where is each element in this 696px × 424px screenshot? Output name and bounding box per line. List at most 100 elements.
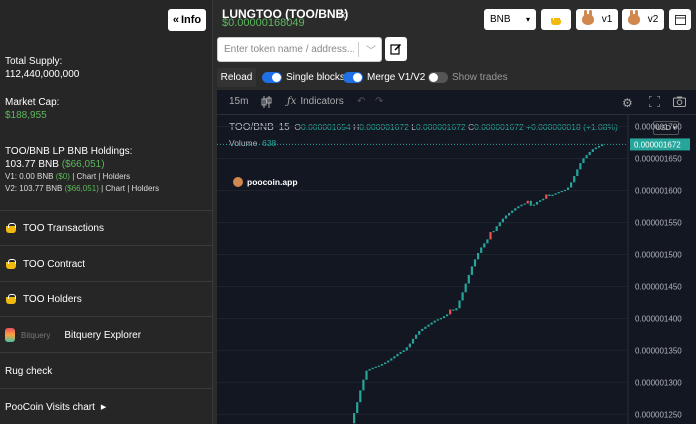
window-icon — [674, 14, 686, 25]
toggle-switch[interactable] — [343, 72, 363, 83]
caret-right-icon: ▶ — [100, 404, 107, 411]
indicators-button[interactable]: ƒx Indicators — [287, 96, 344, 107]
v1-amount: V1: 0.00 BNB — [5, 172, 54, 181]
info-button-label: Info — [180, 14, 202, 26]
candle — [455, 308, 458, 311]
candle — [384, 362, 387, 365]
chart-type-button[interactable] — [261, 96, 272, 108]
candle — [464, 283, 467, 293]
v1-sep: | — [72, 172, 75, 181]
bnb-logo-icon — [5, 293, 17, 305]
toggle-label: Show trades — [452, 72, 508, 83]
edit-token-button[interactable] — [385, 37, 407, 61]
v1-chart-link[interactable]: Chart — [77, 172, 97, 181]
sidebar-divider — [0, 316, 212, 317]
candle — [570, 182, 573, 188]
sidebar-link-label: Rug check — [5, 365, 53, 377]
star-favorite-icon[interactable]: ☆ — [336, 6, 348, 22]
candle — [557, 192, 560, 194]
candle — [458, 300, 461, 309]
screenshot-button[interactable] — [673, 96, 686, 107]
network-select[interactable]: BNB ▾ — [484, 9, 536, 30]
info-toggle-button[interactable]: « Info — [168, 9, 206, 31]
sidebar-link-contract[interactable]: TOO Contract — [5, 254, 85, 274]
chevron-down-icon: ▾ — [525, 15, 530, 24]
bitquery-logo-text: Bitquery — [21, 330, 51, 340]
candle — [402, 350, 405, 353]
candle — [365, 370, 368, 380]
candle — [576, 169, 579, 177]
single-blocks-toggle[interactable]: Single blocks — [262, 72, 345, 83]
pancakeswap-v1-button[interactable]: v1 — [576, 9, 618, 30]
candle — [461, 292, 464, 301]
candle — [591, 149, 594, 152]
token-price: $0.00000168049 — [222, 17, 305, 29]
candle — [582, 158, 585, 164]
sidebar-link-label: TOO Holders — [23, 293, 82, 305]
y-tick-label: 0.000001300 — [635, 378, 682, 387]
sidebar-divider — [0, 352, 212, 353]
indicators-label: Indicators — [300, 96, 344, 107]
candle — [529, 200, 532, 206]
v1-holders-link[interactable]: Holders — [103, 172, 131, 181]
sidebar-link-bitquery[interactable]: Bitquery Bitquery Explorer — [5, 325, 141, 345]
toggle-switch[interactable] — [262, 72, 282, 83]
candle — [452, 309, 455, 311]
candle — [449, 309, 452, 315]
gear-icon: ⚙ — [622, 96, 633, 110]
v2-holdings: V2: 103.77 BNB ($66,051) | Chart | Holde… — [5, 183, 159, 195]
undo-button[interactable]: ↶ — [357, 96, 365, 107]
v2-holders-link[interactable]: Holders — [132, 184, 160, 193]
token-search-input[interactable] — [224, 38, 354, 61]
reload-button[interactable]: Reload — [217, 68, 256, 87]
window-button[interactable] — [669, 9, 691, 30]
candle — [359, 390, 362, 403]
chart-plot: 0.000001700 0.000001650 0.000001600 0.00000… — [217, 115, 690, 424]
sidebar-link-holders[interactable]: TOO Holders — [5, 289, 82, 309]
lp-holdings: TOO/BNB LP BNB Holdings: 103.77 BNB ($66… — [5, 145, 159, 195]
sidebar-divider — [0, 388, 212, 389]
redo-button[interactable]: ↷ — [375, 96, 383, 107]
bnb-logo-icon — [5, 258, 17, 270]
chart-settings-button[interactable]: ⚙ — [622, 96, 633, 110]
candle — [377, 365, 380, 367]
v1-holdings: V1: 0.00 BNB ($0) | Chart | Holders — [5, 171, 159, 183]
chevron-down-icon[interactable]: ﹀ — [366, 42, 376, 57]
chart-toolbar: 15m ƒx Indicators ↶ ↷ ⚙ — [217, 90, 696, 115]
price-chart[interactable]: 15m ƒx Indicators ↶ ↷ ⚙ TOO/BNB 15 0.000… — [217, 90, 696, 424]
sidebar-link-rugcheck[interactable]: Rug check — [5, 361, 52, 381]
fullscreen-icon — [649, 96, 660, 107]
y-tick-label: 0.000001400 — [635, 314, 682, 323]
candle — [520, 204, 523, 207]
candle — [585, 155, 588, 159]
candle — [411, 338, 415, 344]
show-trades-toggle[interactable]: Show trades — [428, 72, 508, 83]
candle — [504, 215, 508, 219]
interval-button[interactable]: 15m — [229, 96, 248, 107]
toggle-label: Merge V1/V2 — [367, 72, 426, 83]
candle — [501, 218, 504, 223]
function-icon: ƒx — [287, 96, 297, 107]
last-price-label: 0.000001672 — [634, 140, 681, 149]
candle — [492, 230, 495, 233]
v2-chart-link[interactable]: Chart — [105, 184, 125, 193]
candle — [539, 200, 542, 202]
candle — [594, 147, 597, 150]
pancake-bunny-icon — [627, 10, 640, 25]
sidebar-link-transactions[interactable]: TOO Transactions — [5, 218, 104, 238]
v2-amount: V2: 103.77 BNB — [5, 184, 63, 193]
sidebar-link-visits[interactable]: PooCoin Visits chart ▶ — [5, 397, 106, 417]
candle — [566, 187, 570, 190]
fullscreen-button[interactable] — [649, 96, 660, 107]
candle — [436, 319, 439, 321]
pancakeswap-v2-button[interactable]: v2 — [622, 9, 664, 30]
total-supply-value: 112,440,000,000 — [5, 69, 80, 80]
candle-series — [353, 144, 604, 424]
bnb-wallet-button[interactable] — [541, 9, 571, 30]
candle — [579, 163, 582, 170]
candle — [526, 200, 529, 204]
toggle-switch[interactable] — [428, 72, 448, 83]
candle — [446, 314, 449, 317]
token-info-sidebar: « Info Total Supply: 112,440,000,000 Mar… — [0, 0, 213, 424]
merge-toggle[interactable]: Merge V1/V2 — [343, 72, 425, 83]
